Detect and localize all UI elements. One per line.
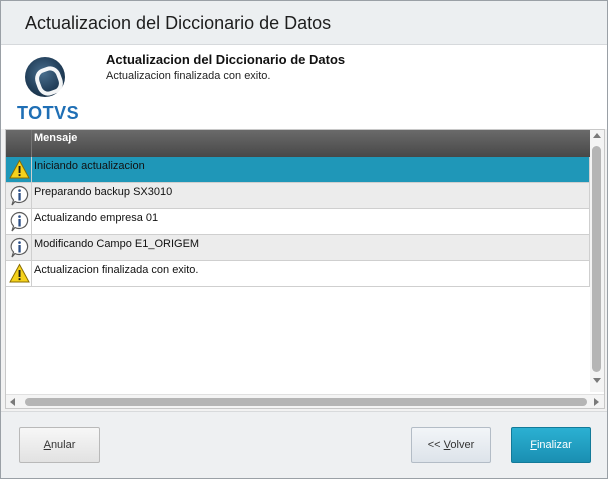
row-icon-cell [6, 235, 32, 260]
warning-icon [9, 263, 30, 283]
header-subtitle: Actualizacion finalizada con exito. [106, 70, 271, 82]
dialog-header: TOTVS Actualizacion del Diccionario de D… [1, 45, 607, 129]
finalizar-button[interactable]: Finalizar [511, 427, 591, 463]
row-message: Preparando backup SX3010 [34, 186, 173, 198]
anular-button[interactable]: Anular [19, 427, 100, 463]
logo-text: TOTVS [17, 103, 80, 123]
vertical-scroll-thumb[interactable] [592, 146, 601, 372]
horizontal-scrollbar[interactable] [6, 394, 604, 408]
table-row[interactable]: Actualizacion finalizada con exito. [6, 261, 589, 287]
info-icon [10, 211, 29, 232]
scroll-right-icon[interactable] [594, 398, 599, 406]
anular-button-label: nular [50, 439, 76, 451]
horizontal-scroll-thumb[interactable] [25, 398, 587, 406]
scroll-down-icon[interactable] [593, 378, 601, 383]
volver-button[interactable]: << Volver [411, 427, 491, 463]
row-message: Actualizacion finalizada con exito. [34, 264, 199, 276]
title-bar: Actualizacion del Diccionario de Datos [1, 1, 607, 45]
grid-header: Mensaje [6, 130, 590, 157]
totvs-logo: TOTVS [17, 55, 80, 123]
scroll-up-icon[interactable] [593, 133, 601, 138]
finalizar-button-label: inalizar [536, 439, 572, 451]
dialog-footer: Anular << Volver Finalizar [1, 411, 607, 478]
table-row[interactable]: Modificando Campo E1_ORIGEM [6, 235, 589, 261]
row-message: Iniciando actualizacion [34, 160, 145, 172]
volver-button-prefix: << [427, 439, 444, 451]
row-icon-cell [6, 157, 32, 182]
row-message: Modificando Campo E1_ORIGEM [34, 238, 200, 250]
scroll-left-icon[interactable] [10, 398, 15, 406]
warning-icon [9, 159, 30, 179]
vertical-scrollbar[interactable] [590, 130, 604, 392]
finalizar-button-hotkey: F [530, 439, 537, 451]
message-grid[interactable]: Mensaje Iniciando actualizacion Preparan… [5, 129, 605, 409]
anular-button-hotkey: A [43, 439, 51, 451]
table-row[interactable]: Preparando backup SX3010 [6, 183, 589, 209]
window-title: Actualizacion del Diccionario de Datos [25, 13, 332, 33]
info-icon [10, 185, 29, 206]
table-row[interactable]: Iniciando actualizacion [6, 157, 589, 183]
header-title: Actualizacion del Diccionario de Datos [106, 52, 346, 67]
row-icon-cell [6, 261, 32, 286]
table-row[interactable]: Actualizando empresa 01 [6, 209, 589, 235]
volver-button-label: olver [450, 439, 475, 451]
row-icon-cell [6, 183, 32, 208]
dialog-window: Actualizacion del Diccionario de Datos T… [0, 0, 608, 479]
logo-orb-icon [25, 57, 65, 97]
row-message: Actualizando empresa 01 [34, 212, 159, 224]
column-header-mensaje[interactable]: Mensaje [34, 132, 77, 144]
icon-column-header[interactable] [6, 130, 32, 157]
info-icon [10, 237, 29, 258]
row-icon-cell [6, 209, 32, 234]
